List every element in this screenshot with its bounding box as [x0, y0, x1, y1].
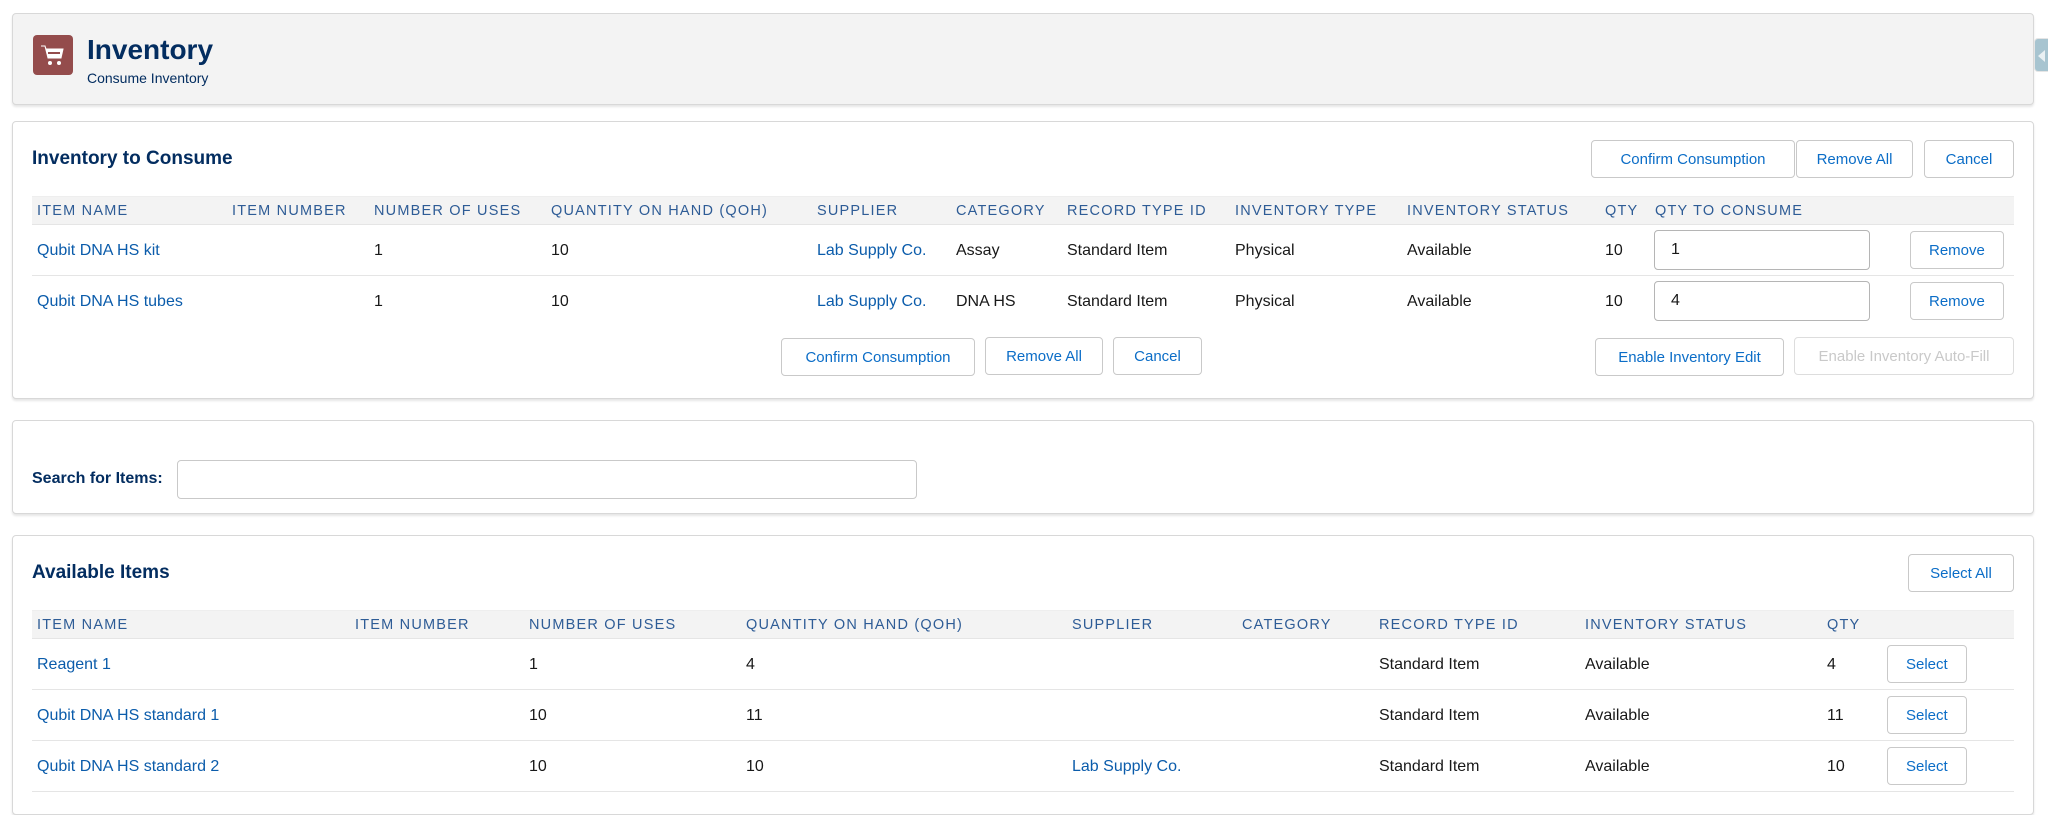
supplier-link[interactable]: Lab Supply Co.	[817, 276, 926, 327]
column-header[interactable]: QTY	[1605, 197, 1638, 225]
select-all-button[interactable]: Select All	[1908, 554, 2014, 592]
confirm-consumption-button-bottom[interactable]: Confirm Consumption	[781, 338, 975, 376]
quantity-on-hand: 10	[551, 293, 569, 310]
record-type: Standard Item	[1379, 707, 1480, 724]
number-of-uses: 1	[374, 293, 383, 310]
item-name-link[interactable]: Qubit DNA HS standard 2	[37, 741, 219, 792]
number-of-uses: 10	[529, 707, 547, 724]
cancel-button[interactable]: Cancel	[1924, 140, 2014, 178]
enable-inventory-autofill-button: Enable Inventory Auto-Fill	[1794, 337, 2014, 375]
column-header[interactable]: Item Number	[232, 197, 347, 225]
number-of-uses: 1	[529, 656, 538, 673]
column-header[interactable]: Inventory Type	[1235, 197, 1377, 225]
search-input[interactable]	[177, 460, 917, 499]
column-header[interactable]: Category	[956, 197, 1046, 225]
column-header[interactable]: Supplier	[817, 197, 898, 225]
quantity-on-hand: 10	[551, 242, 569, 259]
record-type: Standard Item	[1379, 656, 1480, 673]
supplier-link[interactable]: Lab Supply Co.	[817, 225, 926, 276]
column-header[interactable]: Quantity On Hand (QOH)	[746, 611, 963, 639]
column-header[interactable]: QTY to Consume	[1655, 197, 1803, 225]
inventory-status: Available	[1585, 707, 1650, 724]
item-name-link[interactable]: Qubit DNA HS kit	[37, 225, 160, 276]
search-label: Search for Items:	[32, 470, 163, 487]
table-row: Qubit DNA HS standard 2 10 10 Lab Supply…	[32, 741, 2014, 792]
table-header: Item Name Item Number Number of Uses Qua…	[32, 196, 2014, 225]
column-header[interactable]: Item Name	[37, 197, 128, 225]
record-type: Standard Item	[1067, 242, 1168, 259]
qty: 10	[1827, 758, 1845, 775]
page-title: Inventory	[87, 34, 214, 65]
category: Assay	[956, 242, 1000, 259]
cancel-button-bottom[interactable]: Cancel	[1113, 337, 1202, 375]
available-items-card: Available Items Select All Item Name Ite…	[12, 535, 2034, 815]
record-type: Standard Item	[1379, 758, 1480, 775]
section-title: Inventory to Consume	[32, 148, 233, 169]
section-title: Available Items	[32, 562, 170, 583]
number-of-uses: 10	[529, 758, 547, 775]
table-row: Qubit DNA HS kit 1 10 Lab Supply Co. Ass…	[32, 225, 2014, 276]
item-name-link[interactable]: Qubit DNA HS standard 1	[37, 690, 219, 741]
inventory-status: Available	[1585, 656, 1650, 673]
column-header[interactable]: Supplier	[1072, 611, 1153, 639]
column-header[interactable]: Number of Uses	[374, 197, 521, 225]
page-header: Inventory Consume Inventory	[12, 13, 2034, 105]
inventory-status: Available	[1407, 293, 1472, 310]
table-header: Item Name Item Number Number of Uses Qua…	[32, 610, 2014, 639]
table-row: Reagent 1 1 4 Standard Item Available 4 …	[32, 639, 2014, 690]
item-name-link[interactable]: Qubit DNA HS tubes	[37, 276, 183, 327]
qty-to-consume-input[interactable]	[1654, 281, 1870, 321]
table-row: Qubit DNA HS standard 1 10 11 Standard I…	[32, 690, 2014, 741]
page-subtitle: Consume Inventory	[87, 70, 209, 86]
qty-to-consume-input[interactable]	[1654, 230, 1870, 270]
enable-inventory-edit-button[interactable]: Enable Inventory Edit	[1595, 338, 1784, 376]
remove-all-button-bottom[interactable]: Remove All	[985, 337, 1103, 375]
supplier-link[interactable]: Lab Supply Co.	[1072, 741, 1181, 792]
shopping-cart-icon	[33, 35, 73, 75]
quantity-on-hand: 4	[746, 656, 755, 673]
search-card: Search for Items:	[12, 420, 2034, 514]
consume-table: Item Name Item Number Number of Uses Qua…	[32, 196, 2014, 327]
qty: 10	[1605, 242, 1623, 259]
table-row: Qubit DNA HS tubes 1 10 Lab Supply Co. D…	[32, 276, 2014, 327]
item-name-link[interactable]: Reagent 1	[37, 639, 111, 690]
select-button[interactable]: Select	[1887, 747, 1967, 785]
confirm-consumption-button[interactable]: Confirm Consumption	[1591, 140, 1795, 178]
column-header[interactable]: Record Type ID	[1379, 611, 1519, 639]
column-header[interactable]: Number of Uses	[529, 611, 676, 639]
select-button[interactable]: Select	[1887, 696, 1967, 734]
select-button[interactable]: Select	[1887, 645, 1967, 683]
column-header[interactable]: Inventory Status	[1585, 611, 1747, 639]
category: DNA HS	[956, 293, 1016, 310]
remove-button[interactable]: Remove	[1910, 231, 2004, 269]
column-header[interactable]: Record Type ID	[1067, 197, 1207, 225]
remove-button[interactable]: Remove	[1910, 282, 2004, 320]
column-header[interactable]: Inventory Status	[1407, 197, 1569, 225]
qty: 4	[1827, 656, 1836, 673]
column-header[interactable]: Category	[1242, 611, 1332, 639]
column-header[interactable]: Item Name	[37, 611, 128, 639]
collapse-panel-handle[interactable]	[2034, 38, 2048, 72]
remove-all-button[interactable]: Remove All	[1796, 140, 1913, 178]
inventory-type: Physical	[1235, 293, 1295, 310]
inventory-status: Available	[1585, 758, 1650, 775]
number-of-uses: 1	[374, 242, 383, 259]
quantity-on-hand: 10	[746, 758, 764, 775]
column-header[interactable]: Quantity On Hand (QOH)	[551, 197, 768, 225]
available-items-table: Item Name Item Number Number of Uses Qua…	[32, 610, 2014, 792]
qty: 10	[1605, 293, 1623, 310]
inventory-to-consume-card: Inventory to Consume Confirm Consumption…	[12, 121, 2034, 399]
record-type: Standard Item	[1067, 293, 1168, 310]
quantity-on-hand: 11	[746, 707, 763, 724]
qty: 11	[1827, 707, 1844, 724]
inventory-type: Physical	[1235, 242, 1295, 259]
column-header[interactable]: Item Number	[355, 611, 470, 639]
inventory-status: Available	[1407, 242, 1472, 259]
column-header[interactable]: QTY	[1827, 611, 1860, 639]
